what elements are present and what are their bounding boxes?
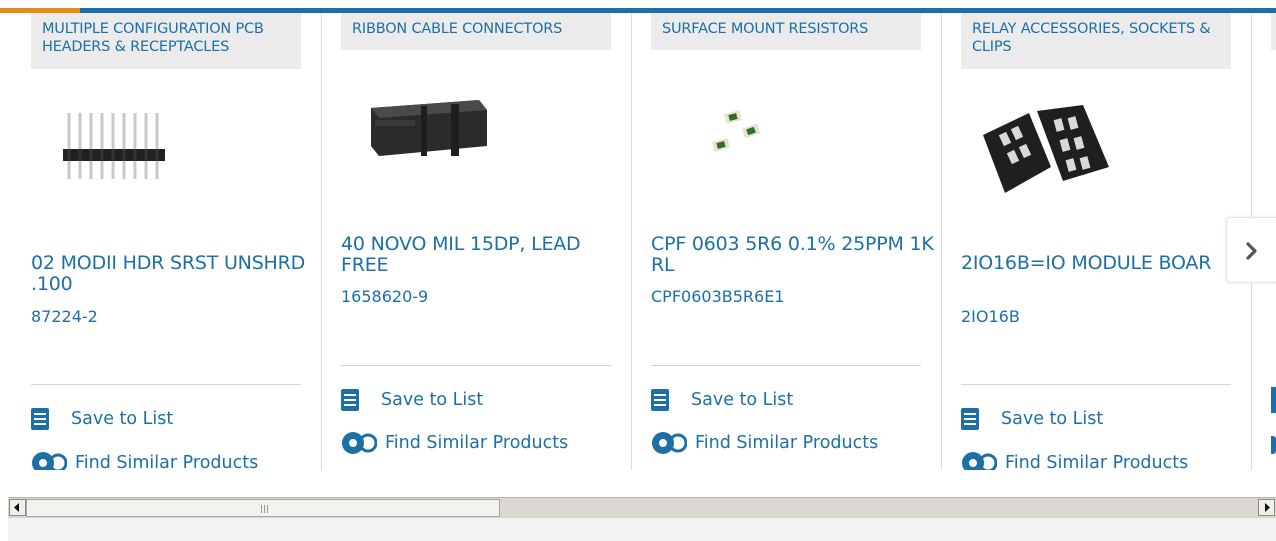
- divider: [651, 365, 921, 366]
- product-card: MULTIPLE CONFIGURATION PCB HEADERS & REC…: [31, 13, 322, 470]
- gears-icon: [32, 452, 67, 470]
- part-number[interactable]: 87224-2: [31, 307, 98, 326]
- checklist-icon: [651, 389, 669, 411]
- product-title[interactable]: 02 MODII HDR SRST UNSHRD .100: [31, 253, 321, 295]
- save-to-list-label: Save to List: [71, 409, 174, 429]
- divider: [341, 365, 611, 366]
- product-card: RIBBON CABLE CONNECTORS 40 NOVO MIL 15DP…: [341, 13, 632, 470]
- gears-icon: [962, 452, 997, 470]
- save-to-list-label: Save to List: [381, 390, 484, 410]
- save-to-list-button[interactable]: Save to List: [341, 387, 483, 413]
- save-to-list-button[interactable]: Save to List: [651, 387, 793, 413]
- part-number[interactable]: CPF0603B5R6E1: [651, 287, 784, 306]
- save-to-list-button[interactable]: Save to List: [961, 406, 1103, 432]
- category-label[interactable]: MULTIPLE CONFIGURATION PCB HEADERS & REC…: [31, 13, 301, 69]
- find-similar-button[interactable]: Find Similar Products: [31, 450, 258, 470]
- product-title[interactable]: 2IO16B=IO MODULE BOAR: [961, 253, 1251, 274]
- divider: [961, 384, 1231, 385]
- io-module-image[interactable]: [979, 105, 1114, 204]
- arrow-left-icon: [14, 503, 19, 512]
- save-to-list-label: Save to List: [1001, 409, 1104, 429]
- find-similar-button[interactable]: Find Similar Products: [341, 430, 568, 456]
- pin-header-image[interactable]: [59, 111, 169, 195]
- save-to-list-button[interactable]: Save to List: [31, 406, 173, 432]
- grip-line: [264, 505, 265, 513]
- scrollbar-thumb[interactable]: [26, 499, 500, 517]
- checklist-icon[interactable]: [1271, 387, 1276, 413]
- find-similar-label: Find Similar Products: [385, 433, 569, 453]
- part-number[interactable]: 1658620-9: [341, 287, 428, 306]
- gears-icon[interactable]: [1271, 436, 1276, 454]
- product-title[interactable]: CPF 0603 5R6 0.1% 25PPM 1K RL: [651, 234, 941, 276]
- horizontal-scrollbar[interactable]: [8, 497, 1276, 518]
- part-number[interactable]: 2IO16B: [961, 307, 1020, 326]
- save-to-list-label: Save to List: [691, 390, 794, 410]
- divider: [31, 384, 301, 385]
- category-label[interactable]: SURFACE MOUNT RESISTORS: [651, 13, 921, 50]
- checklist-icon: [961, 408, 979, 430]
- grip-line: [261, 505, 262, 513]
- product-carousel: MULTIPLE CONFIGURATION PCB HEADERS & REC…: [0, 13, 1276, 470]
- ribbon-connector-image[interactable]: [361, 98, 491, 172]
- gears-icon: [342, 432, 377, 454]
- category-label[interactable]: RIBBON CABLE CONNECTORS: [341, 13, 611, 50]
- find-similar-button[interactable]: Find Similar Products: [961, 450, 1188, 470]
- carousel-next-button[interactable]: [1226, 217, 1276, 283]
- category-label[interactable]: RELAY ACCESSORIES, SOCKETS & CLIPS: [961, 13, 1231, 69]
- scroll-left-button[interactable]: [9, 499, 26, 516]
- product-card: SURFACE MOUNT RESISTORS CPF 0603 5R6 0.1…: [651, 13, 942, 470]
- checklist-icon: [341, 389, 359, 411]
- find-similar-label: Find Similar Products: [75, 453, 259, 470]
- scroll-right-button[interactable]: [1258, 499, 1275, 516]
- find-similar-label: Find Similar Products: [1005, 453, 1189, 470]
- product-title[interactable]: 40 NOVO MIL 15DP, LEAD FREE: [341, 234, 631, 276]
- smd-resistor-image[interactable]: [709, 108, 769, 167]
- category-label[interactable]: [1271, 13, 1276, 50]
- gears-icon: [652, 432, 687, 454]
- checklist-icon: [31, 408, 49, 430]
- status-area: [8, 518, 1276, 541]
- product-card: RELAY ACCESSORIES, SOCKETS & CLIPS 2IO16…: [961, 13, 1252, 470]
- chevron-right-icon: [1246, 242, 1257, 260]
- find-similar-label: Find Similar Products: [695, 433, 879, 453]
- find-similar-button[interactable]: Find Similar Products: [651, 430, 878, 456]
- arrow-right-icon: [1265, 503, 1270, 512]
- grip-line: [267, 505, 268, 513]
